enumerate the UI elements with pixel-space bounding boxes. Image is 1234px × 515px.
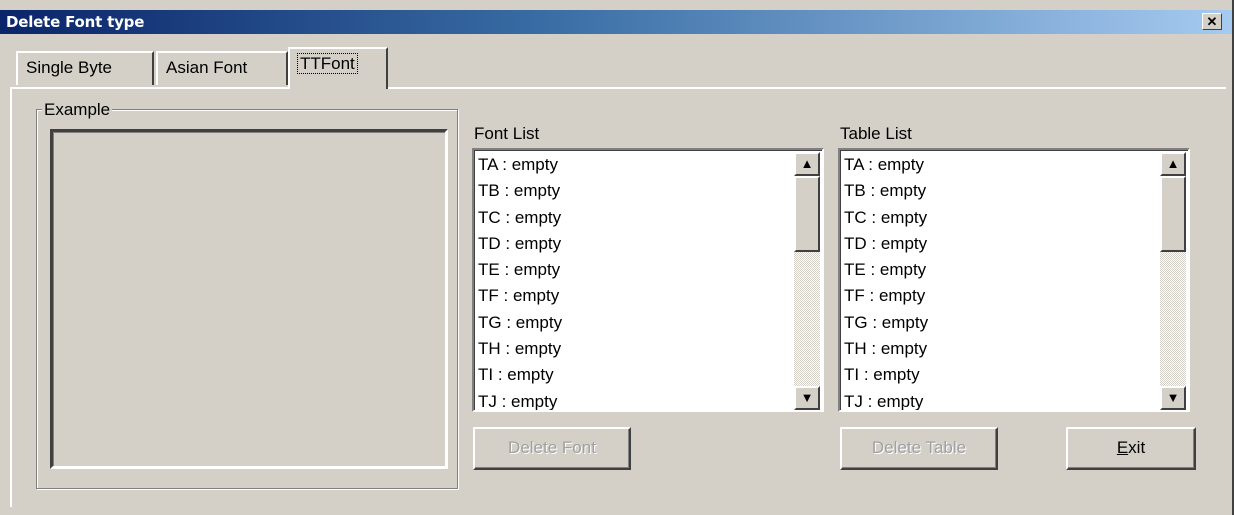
up-arrow-icon: ▲ <box>1166 156 1180 171</box>
delete-font-button[interactable]: Delete Font <box>473 427 631 470</box>
scroll-down-button[interactable]: ▼ <box>794 386 820 410</box>
close-button[interactable]: ✕ <box>1202 13 1222 30</box>
font-list[interactable]: TA : empty TB : empty TC : empty TD : empty… <box>472 148 824 412</box>
scroll-up-button[interactable]: ▲ <box>794 152 820 176</box>
list-item[interactable]: TG : empty <box>477 310 795 336</box>
tab-label: Single Byte <box>26 58 112 77</box>
title-bar[interactable]: Delete Font type ✕ <box>0 10 1232 34</box>
list-item[interactable]: TE : empty <box>843 257 1161 283</box>
table-list-items: TA : empty TB : empty TC : empty TD : empty… <box>843 152 1161 410</box>
list-item[interactable]: TI : empty <box>843 362 1161 388</box>
tab-ttfont[interactable]: TTFont <box>288 47 388 89</box>
list-item[interactable]: TG : empty <box>843 310 1161 336</box>
tab-single-byte[interactable]: Single Byte <box>16 51 154 85</box>
up-arrow-icon: ▲ <box>800 156 814 171</box>
tab-label: TTFont <box>297 53 358 74</box>
down-arrow-icon: ▼ <box>1166 390 1180 405</box>
list-item[interactable]: TA : empty <box>477 152 795 178</box>
list-item[interactable]: TE : empty <box>477 257 795 283</box>
table-list-label: Table List <box>840 124 912 143</box>
list-item[interactable]: TF : empty <box>843 283 1161 309</box>
example-preview <box>50 129 448 469</box>
font-list-label: Font List <box>474 124 540 143</box>
list-item[interactable]: TB : empty <box>843 178 1161 204</box>
exit-mnemonic: E <box>1116 438 1129 457</box>
exit-label-rest: xit <box>1128 438 1146 457</box>
list-item[interactable]: TB : empty <box>477 178 795 204</box>
font-list-items: TA : empty TB : empty TC : empty TD : empty… <box>477 152 795 410</box>
scroll-up-button[interactable]: ▲ <box>1160 152 1186 176</box>
list-item[interactable]: TC : empty <box>477 205 795 231</box>
scroll-down-button[interactable]: ▼ <box>1160 386 1186 410</box>
list-item[interactable]: TH : empty <box>477 336 795 362</box>
down-arrow-icon: ▼ <box>800 390 814 405</box>
list-item[interactable]: TF : empty <box>477 283 795 309</box>
list-item[interactable]: TJ : empty <box>843 389 1161 410</box>
tab-label: Asian Font <box>166 58 248 77</box>
close-icon: ✕ <box>1206 14 1218 29</box>
list-item[interactable]: TA : empty <box>843 152 1161 178</box>
exit-button[interactable]: Exit <box>1066 427 1196 470</box>
list-item[interactable]: TD : empty <box>843 231 1161 257</box>
list-item[interactable]: TH : empty <box>843 336 1161 362</box>
list-item[interactable]: TC : empty <box>843 205 1161 231</box>
list-item[interactable]: TD : empty <box>477 231 795 257</box>
dialog-window: Delete Font type ✕ Single Byte Asian Fon… <box>0 0 1234 515</box>
scroll-thumb[interactable] <box>794 176 820 252</box>
table-list[interactable]: TA : empty TB : empty TC : empty TD : empty… <box>838 148 1190 412</box>
list-item[interactable]: TI : empty <box>477 362 795 388</box>
delete-table-button[interactable]: Delete Table <box>840 427 998 470</box>
table-list-scrollbar[interactable]: ▲ ▼ <box>1160 152 1186 410</box>
window-title: Delete Font type <box>6 13 145 31</box>
scroll-thumb[interactable] <box>1160 176 1186 252</box>
list-item[interactable]: TJ : empty <box>477 389 795 410</box>
tab-asian-font[interactable]: Asian Font <box>156 51 288 85</box>
example-legend: Example <box>42 100 113 119</box>
font-list-scrollbar[interactable]: ▲ ▼ <box>794 152 820 410</box>
